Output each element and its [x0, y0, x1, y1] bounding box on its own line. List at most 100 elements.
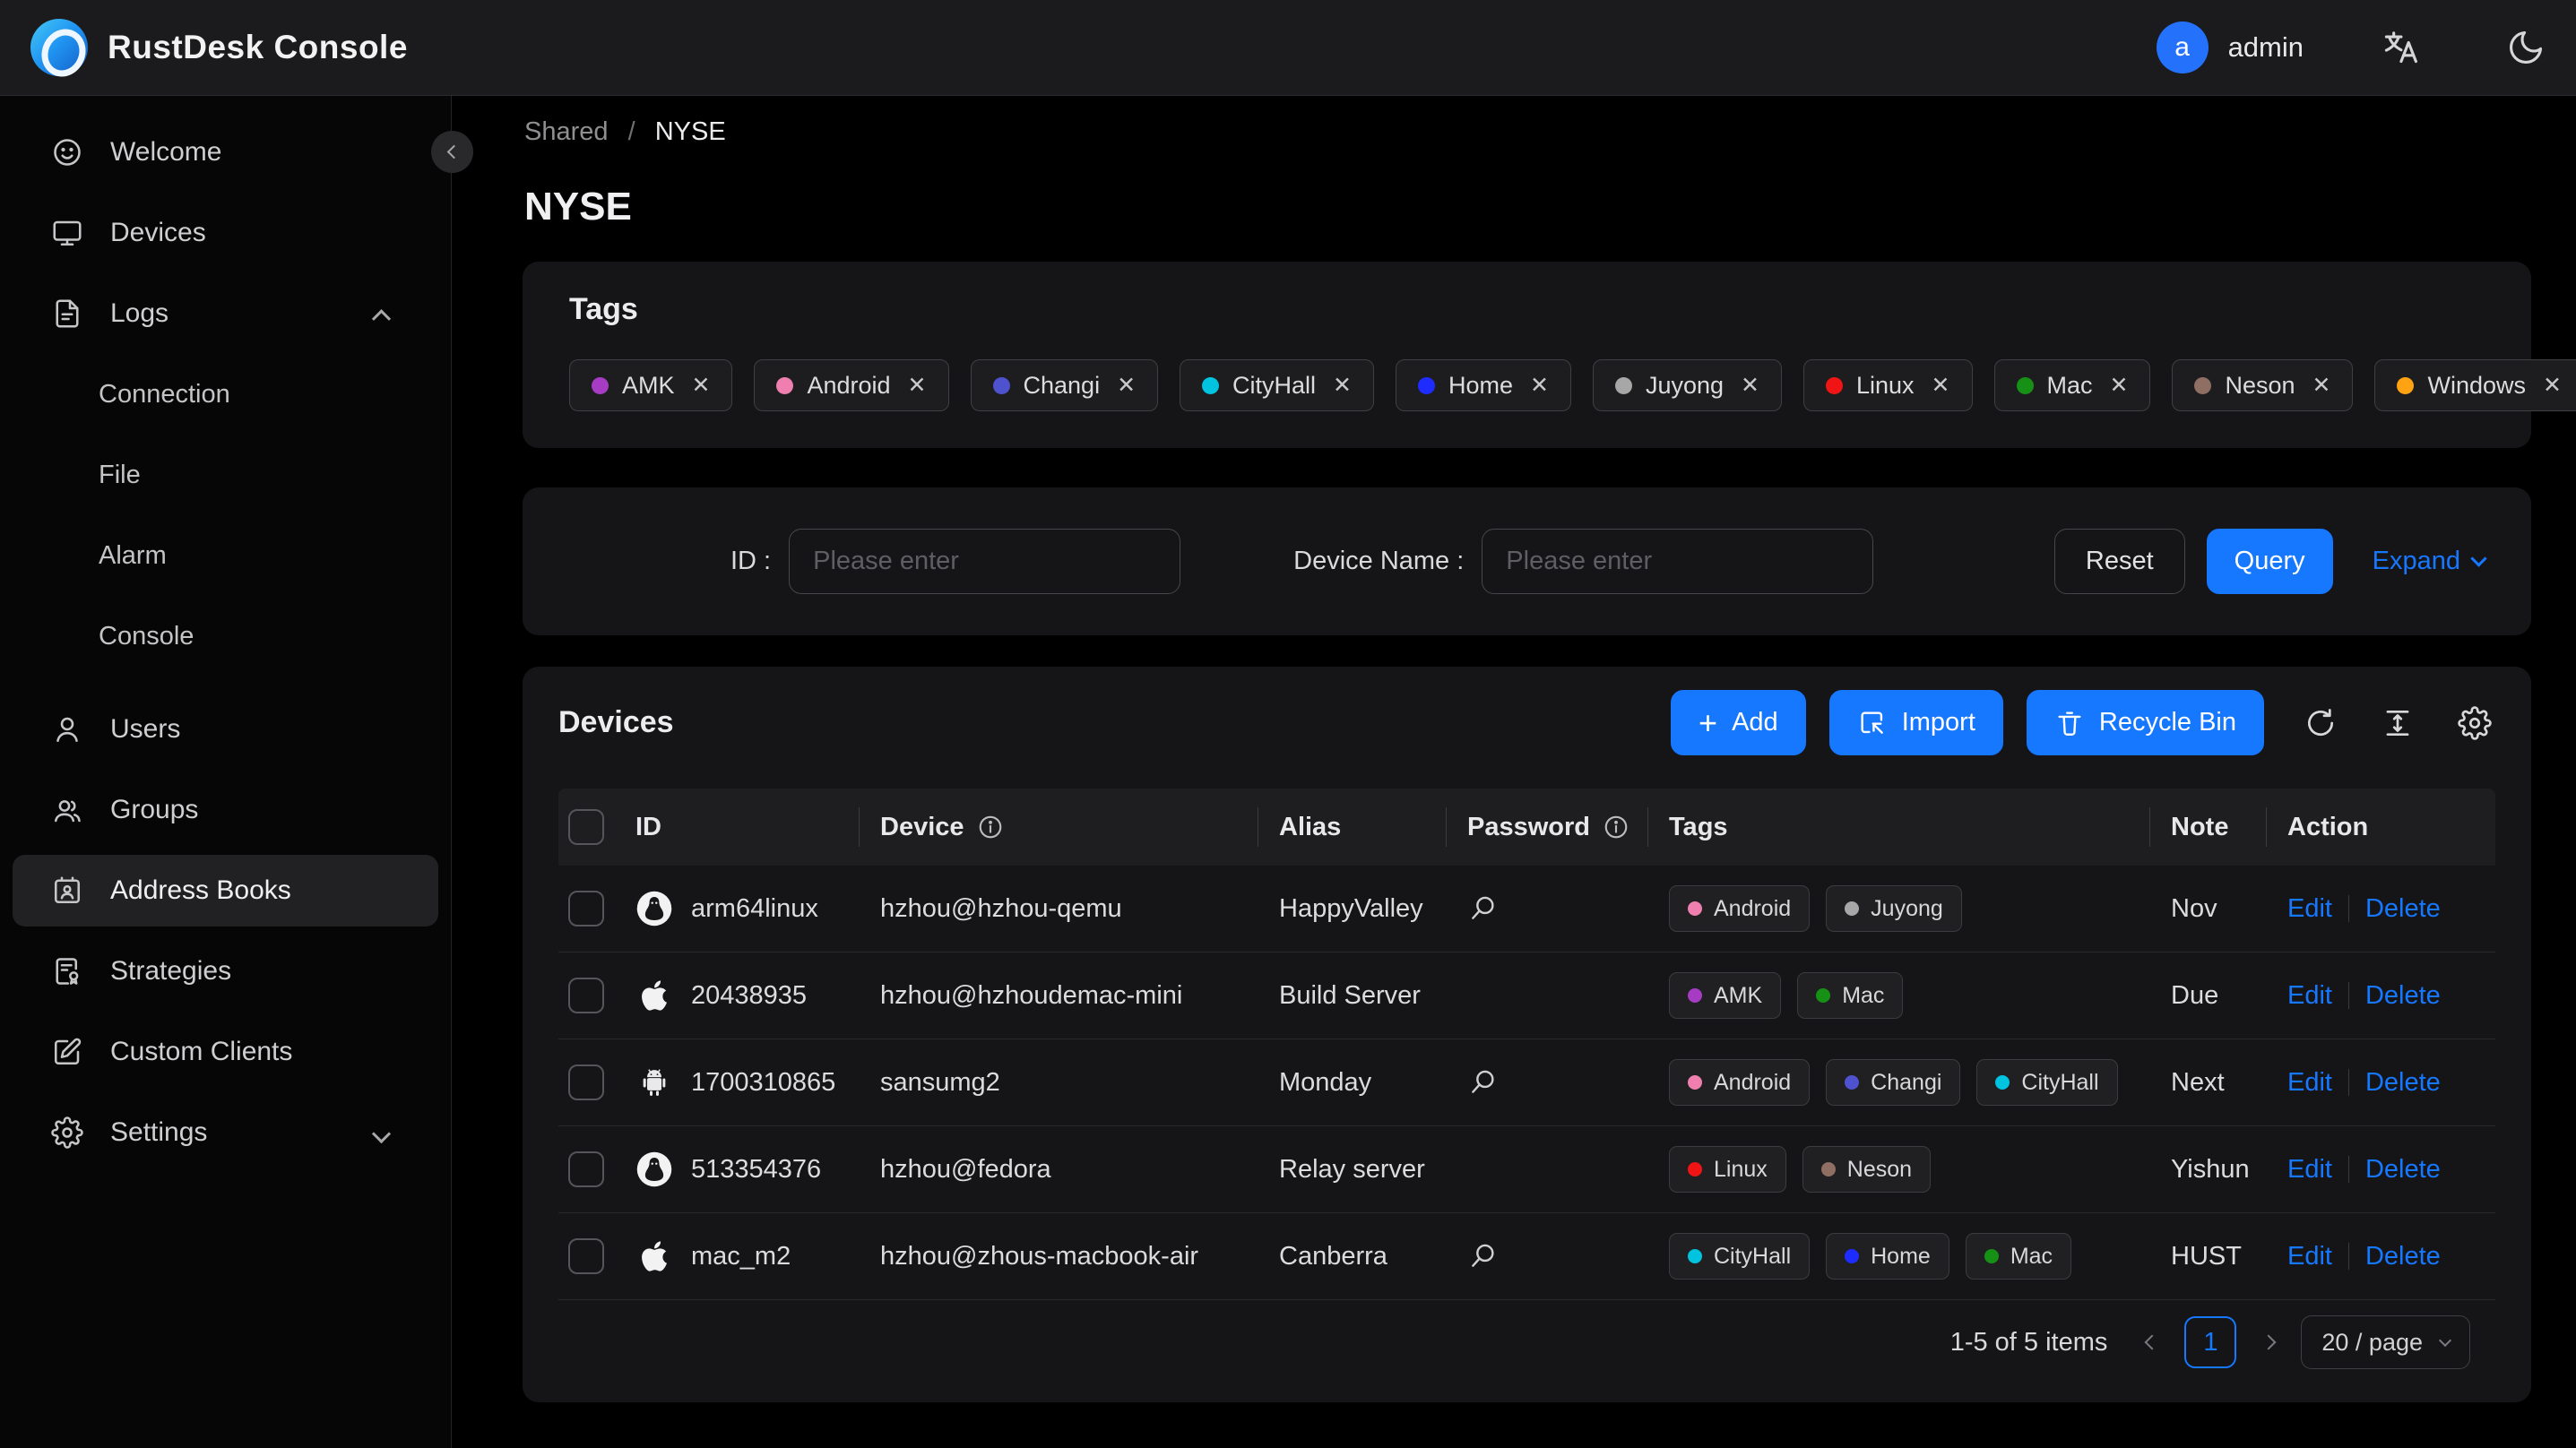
reveal-password-icon[interactable] [1467, 1241, 1498, 1271]
page-number-button[interactable]: 1 [2184, 1316, 2237, 1368]
remove-tag-icon[interactable]: ✕ [1117, 372, 1136, 399]
query-button[interactable]: Query [2206, 529, 2333, 594]
tag-color-dot [1688, 1162, 1702, 1176]
row-tag-chip: Home [1826, 1233, 1949, 1280]
language-icon[interactable] [2381, 28, 2420, 67]
sidebar-item-address-books[interactable]: Address Books [13, 855, 438, 927]
sidebar-item-logs[interactable]: Logs [13, 278, 438, 349]
tag-label: Android [1714, 895, 1792, 921]
row-height-icon[interactable] [2377, 702, 2418, 744]
table-row[interactable]: 1700310865 sansumg2 Monday Android Chang… [558, 1039, 2495, 1126]
row-checkbox[interactable] [568, 891, 604, 927]
tag-chip[interactable]: CityHall ✕ [1180, 359, 1374, 411]
sidebar-item-groups[interactable]: Groups [13, 774, 438, 846]
device-name-input[interactable] [1482, 529, 1874, 594]
remove-tag-icon[interactable]: ✕ [2543, 372, 2562, 399]
sidebar-item-users[interactable]: Users [13, 694, 438, 765]
import-button[interactable]: Import [1828, 690, 2003, 755]
edit-link[interactable]: Edit [2287, 1155, 2332, 1185]
remove-tag-icon[interactable]: ✕ [1741, 372, 1759, 399]
info-icon[interactable] [977, 814, 1004, 840]
sidebar-item-label: Users [110, 714, 181, 744]
id-input[interactable] [789, 529, 1181, 594]
tag-chip[interactable]: Changi ✕ [970, 359, 1159, 411]
row-checkbox[interactable] [568, 1064, 604, 1100]
recycle-bin-button[interactable]: Recycle Bin [2026, 690, 2264, 755]
edit-link[interactable]: Edit [2287, 981, 2332, 1011]
expand-link[interactable]: Expand [2373, 547, 2487, 576]
tag-chip[interactable]: Linux ✕ [1803, 359, 1973, 411]
remove-tag-icon[interactable]: ✕ [692, 372, 711, 399]
row-checkbox[interactable] [568, 1151, 604, 1187]
previous-page-icon[interactable] [2141, 1334, 2163, 1350]
reveal-password-icon[interactable] [1467, 1067, 1498, 1098]
smiley-icon [51, 136, 83, 168]
table-row[interactable]: 20438935 hzhou@hzhoudemac-mini Build Ser… [558, 952, 2495, 1039]
column-device: Device [859, 789, 1258, 866]
breadcrumb-shared[interactable]: Shared [524, 117, 609, 146]
tags-panel: Tags AMK ✕ Android ✕ Changi ✕ CityHall ✕… [523, 262, 2576, 448]
table-settings-icon[interactable] [2454, 702, 2495, 744]
page-title: NYSE [524, 185, 632, 228]
tag-chip[interactable]: Windows ✕ [2374, 359, 2576, 411]
sidebar-item-label: Custom Clients [110, 1037, 293, 1066]
table-row[interactable]: mac_m2 hzhou@zhous-macbook-air Canberra … [558, 1213, 2495, 1300]
sidebar-item-devices[interactable]: Devices [13, 197, 438, 269]
tag-color-dot [1688, 1075, 1702, 1090]
delete-link[interactable]: Delete [2365, 1068, 2441, 1098]
table-row[interactable]: 513354376 hzhou@fedora Relay server Linu… [558, 1126, 2495, 1213]
sidebar-item-connection[interactable]: Connection [13, 358, 438, 430]
device-tags: Android Juyong [1647, 885, 2149, 932]
sidebar-item-strategies[interactable]: Strategies [13, 935, 438, 1007]
remove-tag-icon[interactable]: ✕ [908, 372, 927, 399]
table-row[interactable]: arm64linux hzhou@hzhou-qemu HappyValley … [558, 866, 2495, 952]
avatar[interactable]: a [2156, 22, 2209, 73]
next-page-icon[interactable] [2258, 1334, 2279, 1350]
page-size-select[interactable]: 20 / page [2301, 1315, 2470, 1369]
delete-link[interactable]: Delete [2365, 981, 2441, 1011]
delete-link[interactable]: Delete [2365, 1242, 2441, 1271]
sidebar-item-welcome[interactable]: Welcome [13, 116, 438, 188]
sidebar-item-custom-clients[interactable]: Custom Clients [13, 1016, 438, 1088]
add-device-button[interactable]: + Add [1671, 690, 1806, 755]
reveal-password-icon[interactable] [1467, 893, 1498, 924]
sidebar-item-settings[interactable]: Settings [13, 1097, 438, 1168]
reset-button[interactable]: Reset [2053, 529, 2185, 594]
edit-link[interactable]: Edit [2287, 1068, 2332, 1098]
sidebar-item-alarm[interactable]: Alarm [13, 520, 438, 591]
dark-mode-icon[interactable] [2506, 28, 2546, 67]
tag-chip[interactable]: Neson ✕ [2172, 359, 2354, 411]
remove-tag-icon[interactable]: ✕ [1932, 372, 1950, 399]
tag-chip[interactable]: Android ✕ [754, 359, 949, 411]
remove-tag-icon[interactable]: ✕ [1333, 372, 1352, 399]
remove-tag-icon[interactable]: ✕ [2110, 372, 2129, 399]
sidebar-item-label: Strategies [110, 956, 232, 986]
edit-link[interactable]: Edit [2287, 1242, 2332, 1271]
select-all-checkbox[interactable] [568, 809, 604, 845]
device-id: 20438935 [691, 980, 808, 1010]
delete-link[interactable]: Delete [2365, 894, 2441, 924]
import-icon [1857, 708, 1888, 738]
sidebar-collapse-button[interactable] [431, 131, 473, 173]
sidebar-item-file[interactable]: File [13, 439, 438, 511]
row-checkbox[interactable] [568, 978, 604, 1013]
tag-chip[interactable]: AMK ✕ [569, 359, 733, 411]
tag-chip[interactable]: Mac ✕ [1993, 359, 2151, 411]
tag-label: CityHall [2021, 1069, 2099, 1095]
info-icon[interactable] [1603, 814, 1629, 840]
edit-link[interactable]: Edit [2287, 894, 2332, 924]
delete-link[interactable]: Delete [2365, 1155, 2441, 1185]
tag-chip[interactable]: Juyong ✕ [1592, 359, 1782, 411]
breadcrumb: Shared / NYSE [524, 117, 2576, 147]
device-tags: CityHall Home Mac [1647, 1233, 2149, 1280]
row-tag-chip: Juyong [1826, 885, 1962, 932]
sidebar-item-console[interactable]: Console [13, 600, 438, 672]
tag-chip[interactable]: Home ✕ [1395, 359, 1571, 411]
device-alias: Build Server [1279, 980, 1421, 1010]
username[interactable]: admin [2228, 31, 2304, 64]
refresh-icon[interactable] [2300, 702, 2341, 744]
tag-color-dot [1688, 901, 1702, 916]
remove-tag-icon[interactable]: ✕ [1530, 372, 1549, 399]
row-checkbox[interactable] [568, 1238, 604, 1274]
remove-tag-icon[interactable]: ✕ [2312, 372, 2331, 399]
